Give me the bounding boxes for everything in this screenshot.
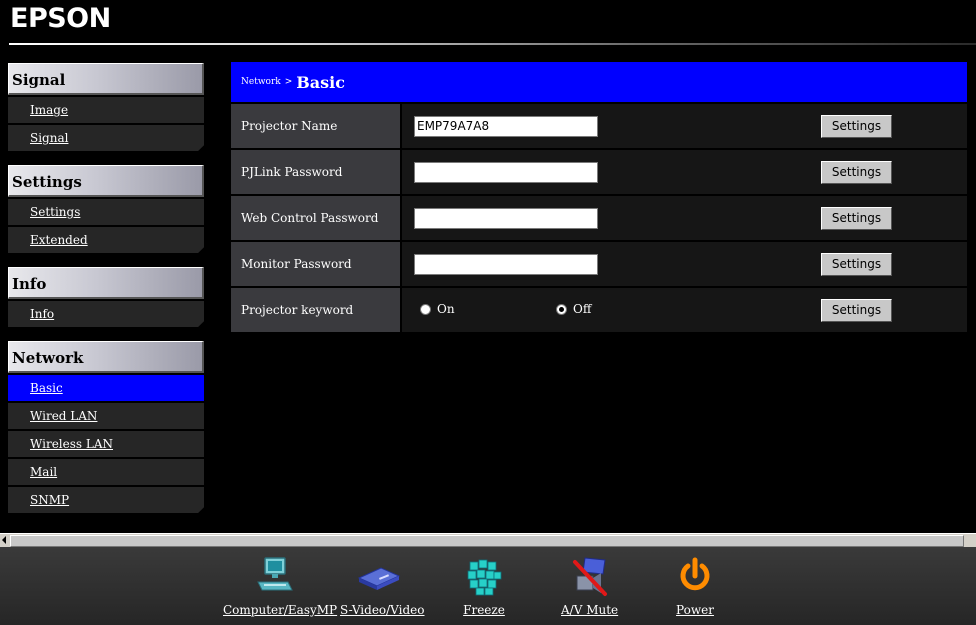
monitor-password-settings-button[interactable]: Settings — [821, 253, 892, 276]
computer-icon — [257, 557, 293, 591]
freeze-button[interactable]: Freeze — [463, 556, 505, 617]
setting-label: PJLink Password — [231, 150, 400, 194]
projector-name-input[interactable]: EMP79A7A8 — [414, 116, 598, 137]
toolbar-label: Computer/EasyMP — [223, 603, 338, 617]
scrollbar-thumb[interactable] — [10, 535, 964, 547]
keyword-on-radio[interactable] — [420, 303, 431, 315]
page-title-bar: Network > Basic — [231, 62, 967, 102]
projector-name-settings-button[interactable]: Settings — [821, 115, 892, 138]
web-control-password-settings-button[interactable]: Settings — [821, 207, 892, 230]
setting-label: Web Control Password — [231, 196, 400, 240]
projector-keyword-settings-button[interactable]: Settings — [821, 299, 892, 322]
setting-row-pjlink-password: PJLink Password Settings — [231, 150, 967, 194]
svideo-video-button[interactable]: S-Video/Video — [340, 556, 425, 617]
setting-label: Projector Name — [231, 104, 400, 148]
setting-label: Projector keyword — [231, 288, 400, 332]
video-device-icon — [357, 567, 401, 590]
setting-label: Monitor Password — [231, 242, 400, 286]
horizontal-scrollbar[interactable] — [0, 533, 976, 547]
freeze-icon — [467, 559, 502, 596]
toolbar-label: Freeze — [463, 603, 505, 617]
sidebar-item-basic[interactable]: Basic — [8, 375, 204, 401]
breadcrumb-separator: > — [284, 77, 293, 87]
bottom-toolbar: Computer/EasyMP S-Video/Video Freeze A/V… — [0, 547, 976, 625]
sidebar-group-network: Network — [8, 341, 204, 373]
monitor-password-input[interactable] — [414, 254, 598, 275]
av-mute-button[interactable]: A/V Mute — [561, 556, 619, 617]
toolbar-label: S-Video/Video — [340, 603, 425, 617]
keyword-on-option[interactable]: On — [420, 302, 455, 316]
pjlink-password-input[interactable] — [414, 162, 598, 183]
setting-row-projector-keyword: Projector keyword On Off Settings — [231, 288, 967, 332]
keyword-off-radio[interactable] — [556, 303, 567, 315]
setting-row-web-control-password: Web Control Password Settings — [231, 196, 967, 240]
sidebar-item-snmp[interactable]: SNMP — [8, 487, 204, 513]
toolbar-label: Power — [676, 603, 714, 617]
keyword-off-option[interactable]: Off — [556, 302, 591, 316]
sidebar-item-image[interactable]: Image — [8, 97, 204, 123]
sidebar-item-wireless-lan[interactable]: Wireless LAN — [8, 431, 204, 457]
sidebar-nav: Signal Image Signal Settings Settings Ex… — [8, 63, 204, 513]
sidebar-group-info: Info — [8, 267, 204, 299]
av-mute-icon — [573, 557, 607, 596]
sidebar-item-mail[interactable]: Mail — [8, 459, 204, 485]
setting-row-monitor-password: Monitor Password Settings — [231, 242, 967, 286]
breadcrumb-parent: Network — [241, 77, 281, 87]
page-title: Basic — [296, 72, 345, 92]
epson-logo: EPSON — [10, 3, 111, 34]
sidebar-item-signal[interactable]: Signal — [8, 125, 204, 151]
header-divider — [9, 43, 976, 45]
sidebar-item-wired-lan[interactable]: Wired LAN — [8, 403, 204, 429]
sidebar-item-settings[interactable]: Settings — [8, 199, 204, 225]
keyword-on-label: On — [437, 302, 455, 316]
sidebar-item-info[interactable]: Info — [8, 301, 204, 327]
scroll-left-arrow-icon[interactable] — [2, 536, 6, 544]
toolbar-label: A/V Mute — [561, 603, 619, 617]
header: EPSON — [0, 0, 976, 46]
power-button[interactable]: Power — [676, 556, 714, 617]
computer-easymp-button[interactable]: Computer/EasyMP — [223, 556, 338, 617]
sidebar-group-settings: Settings — [8, 165, 204, 197]
main-panel: Network > Basic Projector Name EMP79A7A8… — [231, 62, 967, 332]
keyword-off-label: Off — [573, 302, 592, 316]
sidebar-group-signal: Signal — [8, 63, 204, 95]
web-control-password-input[interactable] — [414, 208, 598, 229]
power-icon — [680, 557, 710, 591]
pjlink-password-settings-button[interactable]: Settings — [821, 161, 892, 184]
sidebar-item-extended[interactable]: Extended — [8, 227, 204, 253]
setting-row-projector-name: Projector Name EMP79A7A8 Settings — [231, 104, 967, 148]
